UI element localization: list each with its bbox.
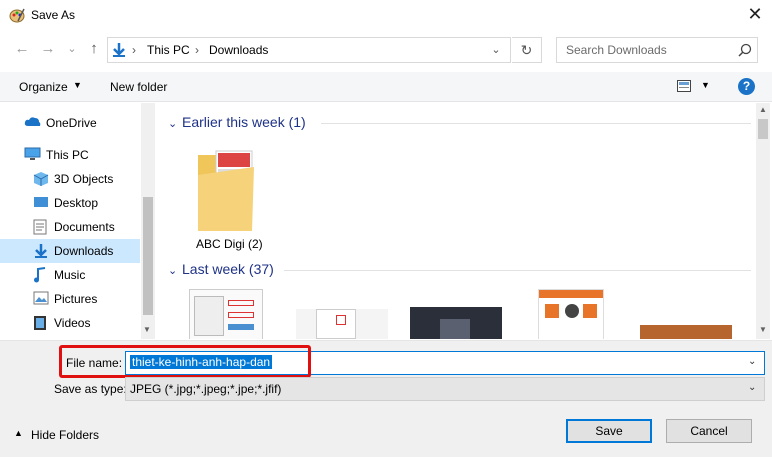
folder-icon [194, 145, 258, 236]
save-as-type-label: Save as type: [54, 382, 127, 396]
collapse-chevron-icon[interactable]: ⌄ [168, 264, 177, 277]
up-button[interactable]: ↑ [86, 41, 102, 57]
sidebar-item-label: OneDrive [46, 116, 97, 130]
collapse-chevron-icon[interactable]: ⌄ [168, 117, 177, 130]
scroll-down-icon[interactable]: ▼ [143, 325, 151, 334]
window-title: Save As [31, 8, 76, 22]
sidebar-item-onedrive[interactable]: OneDrive [0, 111, 140, 135]
sidebar-item-label: Desktop [54, 196, 99, 210]
file-thumbnail[interactable] [640, 325, 732, 339]
recent-locations-button[interactable]: ⌄ [64, 41, 80, 57]
new-folder-button[interactable]: New folder [110, 80, 167, 94]
music-icon [33, 267, 47, 286]
command-bar: Organize ▼ New folder ▼ [0, 72, 772, 102]
cube-icon [33, 171, 49, 190]
sidebar-item-label: Documents [54, 220, 115, 234]
file-thumbnail[interactable] [296, 309, 388, 339]
download-icon [111, 42, 127, 61]
folder-label: ABC Digi (2) [196, 237, 263, 251]
view-options-icon[interactable] [677, 80, 691, 95]
search-input[interactable]: Search Downloads [566, 43, 667, 57]
search-icon[interactable] [737, 42, 753, 61]
sidebar-item-music[interactable]: Music [0, 263, 140, 287]
sidebar-item-videos[interactable]: Videos [0, 311, 140, 335]
cancel-button[interactable]: Cancel [666, 419, 752, 443]
back-button[interactable]: ← [14, 41, 30, 57]
organize-button[interactable]: Organize [19, 80, 68, 94]
sidebar-item-desktop[interactable]: Desktop [0, 191, 140, 215]
sidebar-scrollbar[interactable]: ▼ [141, 103, 155, 339]
sidebar-item-label: This PC [46, 148, 89, 162]
group-header-earlier-this-week[interactable]: Earlier this week (1) [182, 114, 306, 130]
breadcrumb-separator: › [195, 43, 199, 57]
folder-item[interactable]: ABC Digi (2) [190, 145, 266, 255]
computer-icon [24, 147, 41, 164]
scrollbar-thumb[interactable] [758, 119, 768, 139]
sidebar-item-downloads[interactable]: Downloads [0, 239, 140, 263]
breadcrumb-this-pc[interactable]: This PC [147, 43, 190, 57]
chevron-up-icon[interactable]: ▲ [14, 428, 23, 438]
document-icon [33, 219, 47, 238]
address-bar[interactable]: › This PC › Downloads ⌄ [107, 37, 511, 63]
file-thumbnail[interactable] [189, 289, 263, 339]
annotation-highlight-box [59, 345, 311, 378]
forward-button[interactable]: → [40, 41, 56, 57]
group-divider [321, 123, 751, 124]
sidebar-item-label: Videos [54, 316, 91, 330]
content-scrollbar[interactable]: ▲ ▼ [756, 103, 770, 339]
sidebar-item-pictures[interactable]: Pictures [0, 287, 140, 311]
sidebar-item-label: Downloads [54, 244, 114, 258]
save-button[interactable]: Save [566, 419, 652, 443]
chevron-down-icon[interactable]: ⌄ [748, 382, 756, 393]
sidebar-item-this-pc[interactable]: This PC [0, 143, 140, 167]
download-icon [33, 243, 49, 262]
sidebar-item-label: 3D Objects [54, 172, 114, 186]
chevron-down-icon[interactable]: ⌄ [488, 42, 504, 58]
group-header-last-week[interactable]: Last week (37) [182, 261, 274, 277]
search-box[interactable]: Search Downloads [556, 37, 758, 63]
navigation-pane: OneDrive This PC 3D Objects Desktop Docu… [0, 103, 155, 339]
breadcrumb-separator: › [132, 43, 136, 57]
breadcrumb-downloads[interactable]: Downloads [209, 43, 268, 57]
cloud-icon [24, 115, 41, 132]
chevron-down-icon: ▼ [73, 80, 82, 90]
file-thumbnail[interactable] [538, 289, 604, 339]
save-as-type-select[interactable]: JPEG (*.jpg;*.jpeg;*.jpe;*.jfif) ⌄ [125, 377, 765, 401]
pictures-icon [33, 291, 49, 308]
videos-icon [33, 315, 47, 334]
close-button[interactable]: ✕ [738, 0, 772, 30]
title-bar: Save As ✕ [0, 0, 772, 30]
sidebar-item-label: Pictures [54, 292, 98, 306]
hide-folders-button[interactable]: Hide Folders [31, 428, 99, 442]
save-form: File name: thiet-ke-hinh-anh-hap-dan ⌄ S… [0, 340, 772, 457]
file-thumbnail[interactable] [410, 307, 502, 339]
desktop-icon [33, 195, 49, 212]
file-list: ⌄ Earlier this week (1) ABC Digi (2) ⌄ L… [156, 103, 756, 339]
scroll-up-icon[interactable]: ▲ [759, 105, 767, 114]
chevron-down-icon[interactable]: ▼ [701, 80, 710, 90]
scrollbar-thumb[interactable] [143, 197, 153, 315]
refresh-button[interactable]: ↻ [512, 37, 542, 63]
sidebar-item-label: Music [54, 268, 86, 282]
sidebar-item-documents[interactable]: Documents [0, 215, 140, 239]
group-divider [284, 270, 751, 271]
sidebar-item-3d-objects[interactable]: 3D Objects [0, 167, 140, 191]
paint-app-icon [9, 7, 25, 23]
scroll-down-icon[interactable]: ▼ [759, 325, 767, 334]
help-button[interactable]: ? [738, 78, 755, 95]
chevron-down-icon[interactable]: ⌄ [748, 356, 756, 367]
save-as-type-value: JPEG (*.jpg;*.jpeg;*.jpe;*.jfif) [130, 382, 282, 396]
